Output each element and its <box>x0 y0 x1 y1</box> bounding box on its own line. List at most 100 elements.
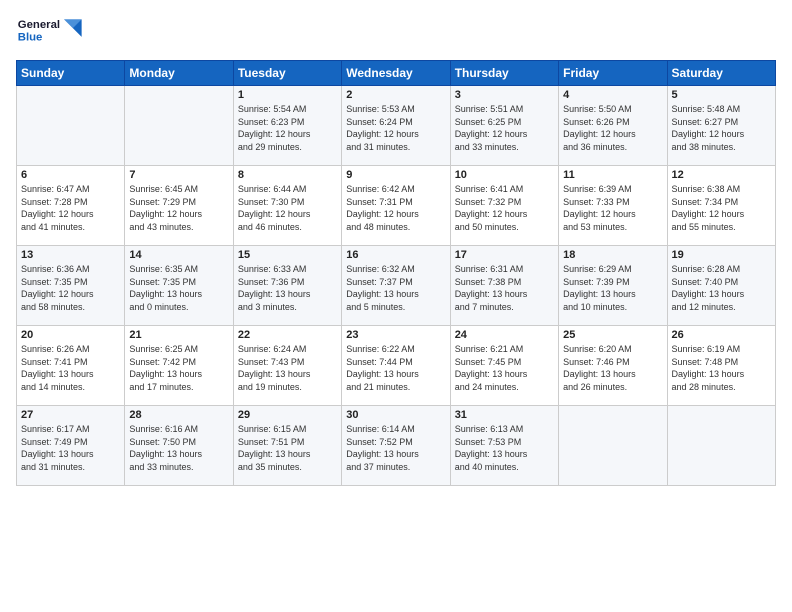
day-info: Sunrise: 6:24 AM Sunset: 7:43 PM Dayligh… <box>238 343 337 393</box>
day-number: 27 <box>21 409 120 421</box>
day-number: 7 <box>129 169 228 181</box>
day-number: 21 <box>129 329 228 341</box>
day-number: 14 <box>129 249 228 261</box>
day-info: Sunrise: 6:26 AM Sunset: 7:41 PM Dayligh… <box>21 343 120 393</box>
calendar-cell: 23Sunrise: 6:22 AM Sunset: 7:44 PM Dayli… <box>342 326 450 406</box>
calendar-cell: 7 Sunrise: 6:45 AM Sunset: 7:29 PM Daylig… <box>125 166 233 246</box>
day-info: Sunrise: 6:45 AM Sunset: 7:29 PM Dayligh… <box>129 183 228 233</box>
day-info: Sunrise: 6:21 AM Sunset: 7:45 PM Dayligh… <box>455 343 554 393</box>
calendar-week-row: 20Sunrise: 6:26 AM Sunset: 7:41 PM Dayli… <box>17 326 776 406</box>
day-number: 31 <box>455 409 554 421</box>
calendar-cell: 8 Sunrise: 6:44 AM Sunset: 7:30 PM Daylig… <box>233 166 341 246</box>
svg-text:Blue: Blue <box>18 31 43 43</box>
weekday-header-friday: Friday <box>559 61 667 86</box>
day-number: 24 <box>455 329 554 341</box>
day-info: Sunrise: 6:44 AM Sunset: 7:30 PM Dayligh… <box>238 183 337 233</box>
day-number: 18 <box>563 249 662 261</box>
calendar-cell: 29 Sunrise: 6:15 AM Sunset: 7:51 PM Dayli… <box>233 406 341 486</box>
calendar-cell: 3Sunrise: 5:51 AM Sunset: 6:25 PM Daylig… <box>450 86 558 166</box>
weekday-header-sunday: Sunday <box>17 61 125 86</box>
calendar-cell: 9 Sunrise: 6:42 AM Sunset: 7:31 PM Daylig… <box>342 166 450 246</box>
calendar-cell: 30Sunrise: 6:14 AM Sunset: 7:52 PM Dayli… <box>342 406 450 486</box>
day-info: Sunrise: 5:48 AM Sunset: 6:27 PM Dayligh… <box>672 103 771 153</box>
day-info: Sunrise: 5:54 AM Sunset: 6:23 PM Dayligh… <box>238 103 337 153</box>
calendar-week-row: 6 Sunrise: 6:47 AM Sunset: 7:28 PM Daylig… <box>17 166 776 246</box>
weekday-header-thursday: Thursday <box>450 61 558 86</box>
day-number: 22 <box>238 329 337 341</box>
calendar-cell: 12Sunrise: 6:38 AM Sunset: 7:34 PM Dayli… <box>667 166 775 246</box>
day-number: 29 <box>238 409 337 421</box>
day-info: Sunrise: 6:13 AM Sunset: 7:53 PM Dayligh… <box>455 423 554 473</box>
calendar-cell: 16 Sunrise: 6:32 AM Sunset: 7:37 PM Dayli… <box>342 246 450 326</box>
day-number: 25 <box>563 329 662 341</box>
day-info: Sunrise: 6:47 AM Sunset: 7:28 PM Dayligh… <box>21 183 120 233</box>
calendar-cell: 24 Sunrise: 6:21 AM Sunset: 7:45 PM Dayli… <box>450 326 558 406</box>
calendar-cell: 19 Sunrise: 6:28 AM Sunset: 7:40 PM Dayli… <box>667 246 775 326</box>
day-number: 28 <box>129 409 228 421</box>
calendar-cell <box>559 406 667 486</box>
calendar-cell: 10 Sunrise: 6:41 AM Sunset: 7:32 PM Dayli… <box>450 166 558 246</box>
day-info: Sunrise: 5:51 AM Sunset: 6:25 PM Dayligh… <box>455 103 554 153</box>
day-number: 15 <box>238 249 337 261</box>
day-number: 19 <box>672 249 771 261</box>
day-info: Sunrise: 6:39 AM Sunset: 7:33 PM Dayligh… <box>563 183 662 233</box>
calendar-table: SundayMondayTuesdayWednesdayThursdayFrid… <box>16 60 776 486</box>
calendar-week-row: 27 Sunrise: 6:17 AM Sunset: 7:49 PM Dayli… <box>17 406 776 486</box>
day-number: 4 <box>563 89 662 101</box>
day-info: Sunrise: 6:32 AM Sunset: 7:37 PM Dayligh… <box>346 263 445 313</box>
calendar-cell: 11 Sunrise: 6:39 AM Sunset: 7:33 PM Dayli… <box>559 166 667 246</box>
day-number: 13 <box>21 249 120 261</box>
day-number: 11 <box>563 169 662 181</box>
calendar-cell: 21 Sunrise: 6:25 AM Sunset: 7:42 PM Dayli… <box>125 326 233 406</box>
page-header: General Blue <box>16 12 776 52</box>
day-info: Sunrise: 5:53 AM Sunset: 6:24 PM Dayligh… <box>346 103 445 153</box>
day-number: 10 <box>455 169 554 181</box>
calendar-cell: 13 Sunrise: 6:36 AM Sunset: 7:35 PM Dayli… <box>17 246 125 326</box>
day-info: Sunrise: 6:25 AM Sunset: 7:42 PM Dayligh… <box>129 343 228 393</box>
day-info: Sunrise: 6:17 AM Sunset: 7:49 PM Dayligh… <box>21 423 120 473</box>
calendar-cell: 26 Sunrise: 6:19 AM Sunset: 7:48 PM Dayli… <box>667 326 775 406</box>
calendar-cell: 1Sunrise: 5:54 AM Sunset: 6:23 PM Daylig… <box>233 86 341 166</box>
day-number: 23 <box>346 329 445 341</box>
calendar-cell: 20Sunrise: 6:26 AM Sunset: 7:41 PM Dayli… <box>17 326 125 406</box>
calendar-cell: 22 Sunrise: 6:24 AM Sunset: 7:43 PM Dayli… <box>233 326 341 406</box>
day-number: 26 <box>672 329 771 341</box>
day-number: 2 <box>346 89 445 101</box>
calendar-cell: 27 Sunrise: 6:17 AM Sunset: 7:49 PM Dayli… <box>17 406 125 486</box>
day-info: Sunrise: 5:50 AM Sunset: 6:26 PM Dayligh… <box>563 103 662 153</box>
calendar-cell: 18Sunrise: 6:29 AM Sunset: 7:39 PM Dayli… <box>559 246 667 326</box>
calendar-week-row: 1Sunrise: 5:54 AM Sunset: 6:23 PM Daylig… <box>17 86 776 166</box>
calendar-cell: 14Sunrise: 6:35 AM Sunset: 7:35 PM Dayli… <box>125 246 233 326</box>
day-info: Sunrise: 6:42 AM Sunset: 7:31 PM Dayligh… <box>346 183 445 233</box>
day-info: Sunrise: 6:16 AM Sunset: 7:50 PM Dayligh… <box>129 423 228 473</box>
calendar-cell: 5 Sunrise: 5:48 AM Sunset: 6:27 PM Daylig… <box>667 86 775 166</box>
calendar-cell <box>125 86 233 166</box>
weekday-header-saturday: Saturday <box>667 61 775 86</box>
calendar-cell: 6 Sunrise: 6:47 AM Sunset: 7:28 PM Daylig… <box>17 166 125 246</box>
calendar-cell: 15Sunrise: 6:33 AM Sunset: 7:36 PM Dayli… <box>233 246 341 326</box>
day-info: Sunrise: 6:15 AM Sunset: 7:51 PM Dayligh… <box>238 423 337 473</box>
day-info: Sunrise: 6:19 AM Sunset: 7:48 PM Dayligh… <box>672 343 771 393</box>
day-number: 5 <box>672 89 771 101</box>
calendar-cell: 28 Sunrise: 6:16 AM Sunset: 7:50 PM Dayli… <box>125 406 233 486</box>
calendar-cell: 4 Sunrise: 5:50 AM Sunset: 6:26 PM Daylig… <box>559 86 667 166</box>
day-info: Sunrise: 6:31 AM Sunset: 7:38 PM Dayligh… <box>455 263 554 313</box>
svg-text:General: General <box>18 19 60 31</box>
calendar-cell: 2 Sunrise: 5:53 AM Sunset: 6:24 PM Daylig… <box>342 86 450 166</box>
page-container: General Blue SundayMondayTuesdayWednesda… <box>0 0 792 494</box>
logo: General Blue <box>16 12 86 52</box>
day-number: 8 <box>238 169 337 181</box>
day-info: Sunrise: 6:41 AM Sunset: 7:32 PM Dayligh… <box>455 183 554 233</box>
day-number: 6 <box>21 169 120 181</box>
weekday-header-row: SundayMondayTuesdayWednesdayThursdayFrid… <box>17 61 776 86</box>
day-number: 12 <box>672 169 771 181</box>
day-number: 9 <box>346 169 445 181</box>
calendar-cell <box>17 86 125 166</box>
day-number: 30 <box>346 409 445 421</box>
day-info: Sunrise: 6:36 AM Sunset: 7:35 PM Dayligh… <box>21 263 120 313</box>
day-info: Sunrise: 6:28 AM Sunset: 7:40 PM Dayligh… <box>672 263 771 313</box>
day-number: 16 <box>346 249 445 261</box>
weekday-header-tuesday: Tuesday <box>233 61 341 86</box>
day-info: Sunrise: 6:20 AM Sunset: 7:46 PM Dayligh… <box>563 343 662 393</box>
calendar-cell <box>667 406 775 486</box>
